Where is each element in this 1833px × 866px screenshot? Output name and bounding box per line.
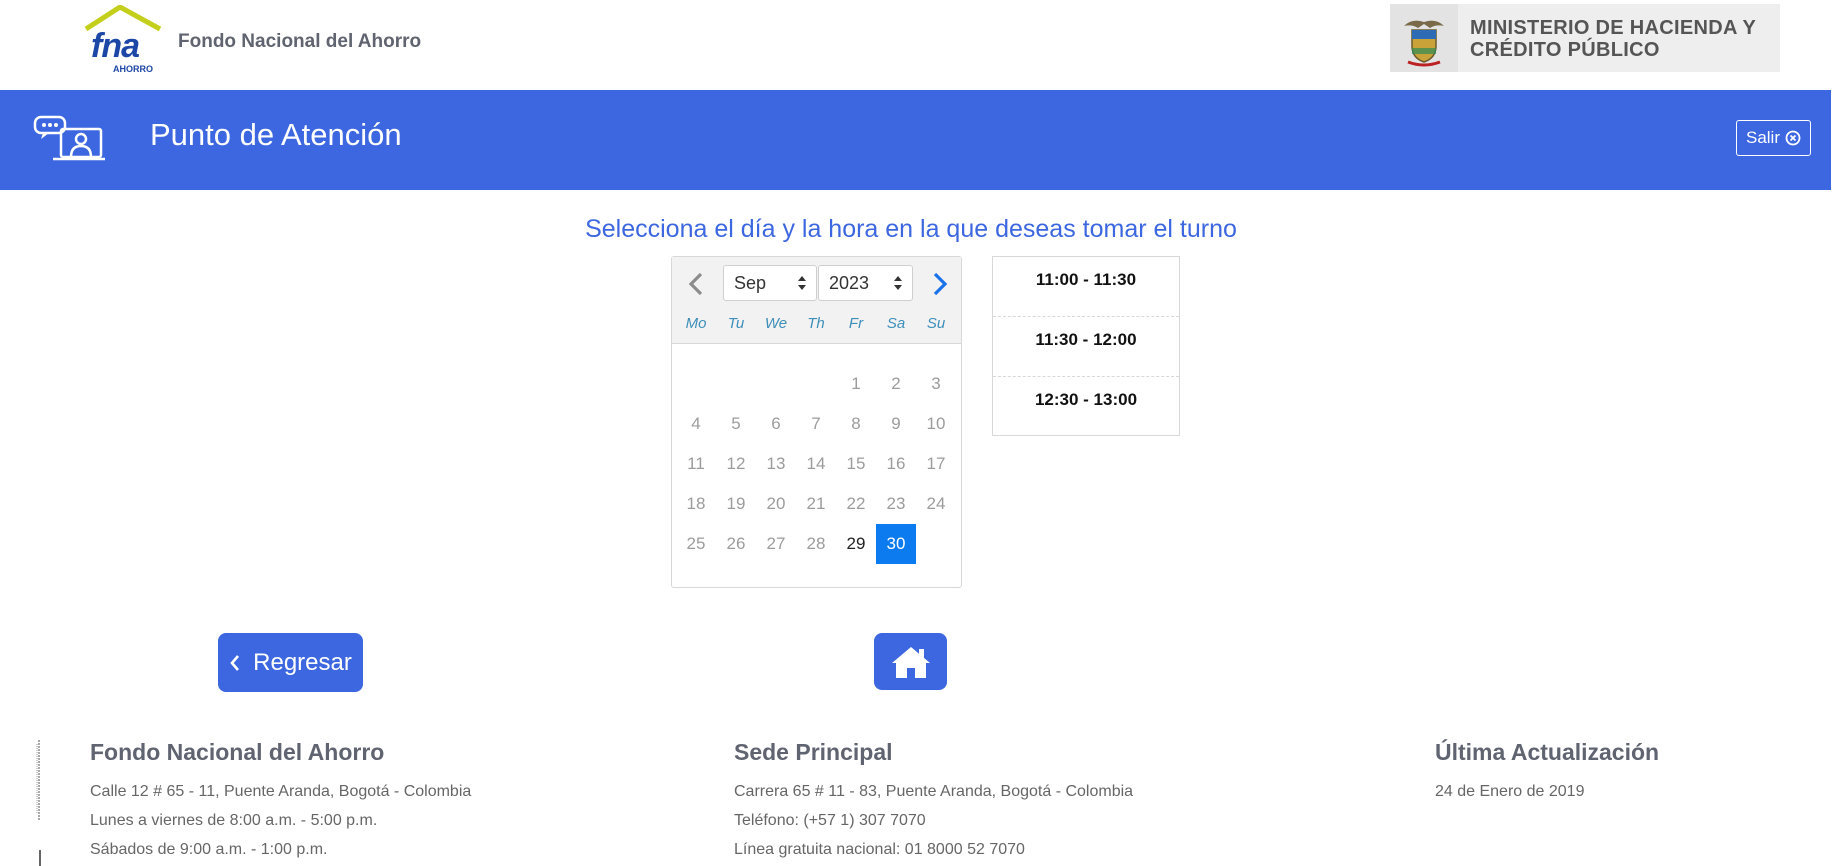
calendar-day: 25	[686, 534, 706, 553]
chevron-left-icon	[230, 654, 240, 671]
calendar-day: 22	[846, 494, 866, 513]
home-button[interactable]	[874, 633, 947, 690]
exit-button[interactable]: Salir	[1736, 120, 1811, 156]
brand-name: Fondo Nacional del Ahorro	[178, 31, 422, 52]
calendar-day: 14	[806, 454, 826, 473]
calendar-day: 6	[771, 414, 781, 433]
weekday-label: Fr	[848, 315, 864, 332]
page-title: Punto de Atención	[150, 117, 402, 152]
calendar-day: 3	[931, 374, 941, 393]
footer-line: Sábados de 9:00 a.m. - 1:00 p.m.	[90, 841, 328, 858]
calendar-day-selected[interactable]: 30	[876, 524, 916, 564]
footer-line: Línea gratuita nacional: 01 8000 52 7070	[734, 841, 1025, 858]
calendar-day: 23	[886, 494, 906, 513]
calendar-day: 20	[766, 494, 786, 513]
footer-column-fna: Fondo Nacional del Ahorro Calle 12 # 65 …	[90, 739, 471, 858]
scheduler-heading: Selecciona el día y la hora en la que de…	[585, 215, 1237, 243]
calendar-day: 18	[686, 494, 706, 513]
calendar-day: 5	[731, 414, 741, 433]
calendar-day-available[interactable]: 29	[836, 524, 876, 564]
time-slot[interactable]: 12:30 - 13:00	[993, 377, 1179, 437]
select-arrows-icon	[894, 276, 902, 290]
calendar-day: 11	[687, 454, 705, 473]
calendar-day: 13	[766, 454, 786, 473]
svg-text:AHORRO: AHORRO	[113, 64, 153, 74]
next-month-icon[interactable]	[924, 269, 954, 299]
top-header: fna AHORRO Fondo Nacional del Ahorro MIN…	[0, 0, 1833, 90]
calendar-day: 26	[726, 534, 746, 553]
date-picker-header: Sep 2023 Mo Tu We Th Fr Sa Su	[672, 257, 961, 344]
coat-of-arms-icon	[1390, 4, 1458, 72]
svg-text:fna: fna	[91, 27, 139, 65]
virtual-agent-icon	[33, 115, 105, 161]
footer-line: Lunes a viernes de 8:00 a.m. - 5:00 p.m.	[90, 812, 378, 829]
back-label: Regresar	[253, 648, 352, 676]
footer-line: Teléfono: (+57 1) 307 7070	[734, 812, 926, 829]
footer-title: Última Actualización	[1435, 739, 1660, 765]
calendar-day: 2	[891, 374, 901, 393]
calendar-day: 21	[806, 494, 826, 513]
calendar-day: 8	[851, 414, 861, 433]
time-slot[interactable]: 11:00 - 11:30	[993, 257, 1179, 317]
ministry-name: MINISTERIO DE HACIENDA Y CRÉDITO PÚBLICO	[1470, 17, 1757, 61]
weekday-label: Tu	[727, 315, 745, 332]
calendar-day: 10	[926, 414, 946, 433]
month-select[interactable]: Sep	[723, 265, 817, 301]
footer-line: Carrera 65 # 11 - 83, Puente Aranda, Bog…	[734, 783, 1134, 800]
vertical-legal-text	[36, 740, 41, 866]
calendar-day: 9	[891, 414, 901, 433]
previous-month-icon[interactable]	[682, 269, 712, 299]
weekday-label: Sa	[886, 315, 906, 332]
calendar-day: 28	[806, 534, 826, 553]
footer-title: Fondo Nacional del Ahorro	[90, 739, 385, 765]
time-slot[interactable]: 11:30 - 12:00	[993, 317, 1179, 377]
year-select[interactable]: 2023	[818, 265, 913, 301]
calendar-day: 1	[851, 374, 861, 393]
select-arrows-icon	[798, 276, 806, 290]
exit-label: Salir	[1745, 128, 1780, 147]
ministry-banner[interactable]: MINISTERIO DE HACIENDA Y CRÉDITO PÚBLICO	[1390, 4, 1780, 72]
service-banner: Punto de Atención Salir	[0, 90, 1831, 190]
weekday-label: Su	[926, 315, 946, 332]
calendar-day: 4	[691, 414, 701, 433]
footer-title: Sede Principal	[734, 739, 893, 765]
calendar-day: 16	[886, 454, 906, 473]
calendar-day: 7	[811, 414, 821, 433]
fna-logo[interactable]: fna AHORRO	[84, 5, 164, 77]
footer-line: Calle 12 # 65 - 11, Puente Aranda, Bogot…	[90, 783, 472, 800]
calendar-day: 24	[926, 494, 946, 513]
calendar-day: 19	[726, 494, 746, 513]
footer-line: 24 de Enero de 2019	[1435, 783, 1585, 800]
calendar-day: 15	[846, 454, 866, 473]
weekday-label: Th	[807, 315, 825, 332]
weekday-label: We	[764, 315, 788, 332]
home-icon	[891, 646, 930, 678]
date-picker: Sep 2023 Mo Tu We Th Fr Sa Su 1 2 3 4 5 …	[671, 256, 962, 588]
time-slot-list: 11:00 - 11:30 11:30 - 12:00 12:30 - 13:0…	[992, 256, 1180, 436]
back-button[interactable]: Regresar	[218, 633, 363, 692]
close-circle-icon	[1785, 130, 1801, 146]
calendar-day: 12	[726, 454, 746, 473]
footer-column-last-update: Última Actualización 24 de Enero de 2019	[1435, 739, 1659, 800]
calendar-day: 27	[766, 534, 786, 553]
footer-column-headquarters: Sede Principal Carrera 65 # 11 - 83, Pue…	[734, 739, 1133, 858]
weekday-label: Mo	[685, 315, 707, 332]
calendar-day: 17	[926, 454, 946, 473]
